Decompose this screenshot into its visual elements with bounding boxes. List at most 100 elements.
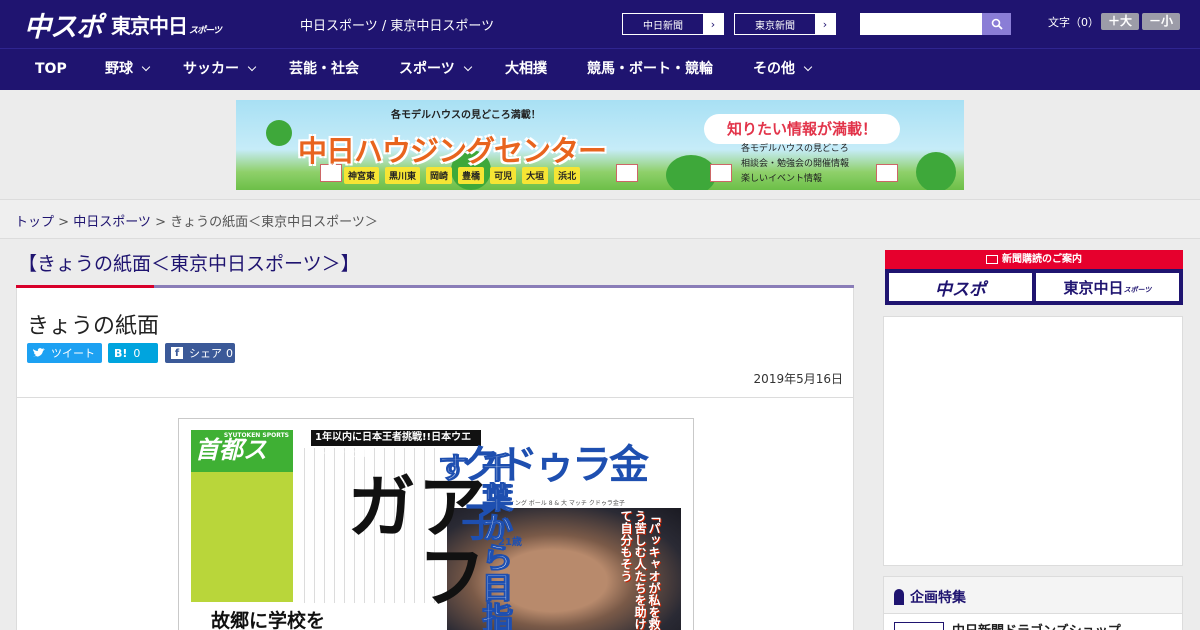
- feature-item[interactable]: 中日新聞ドラゴンズショップ: [884, 613, 1182, 630]
- subscription-heading: 新聞購読のご案内: [885, 250, 1183, 269]
- nav-item-soccer[interactable]: サッカー: [183, 49, 257, 91]
- house-decoration: [710, 164, 732, 182]
- nav-item-racing[interactable]: 競馬・ボート・競輪: [587, 49, 713, 91]
- facebook-icon: f: [171, 347, 183, 359]
- city-tag: 黒川東: [385, 167, 421, 184]
- newspaper-quote: 「パッキャオが私を救う苦しむ人たちを助けて自分もそう: [619, 510, 661, 630]
- subscribe-chusupo[interactable]: 中スポ: [889, 273, 1032, 301]
- city-tag: 可児: [490, 167, 517, 184]
- city-tag: 豊橋: [458, 167, 485, 184]
- nav-item-top[interactable]: TOP: [35, 49, 67, 91]
- city-tag: 浜北: [554, 167, 581, 184]
- chusupo-logo[interactable]: 中スポ: [24, 6, 103, 43]
- article-title: きょうの紙面: [27, 314, 160, 339]
- facebook-count: 0: [226, 346, 233, 360]
- font-smaller-button[interactable]: －小: [1142, 13, 1180, 30]
- search-box: [860, 13, 1011, 35]
- banner-cities: 神宮東 黒川東 岡崎 豊橋 可児 大垣 浜北: [344, 167, 581, 184]
- chevron-right-icon: ›: [815, 14, 835, 34]
- banner-title: 中日ハウジングセンター: [298, 134, 607, 168]
- hatena-bookmark-button[interactable]: B! 0: [108, 343, 158, 363]
- feature-heading: 企画特集: [894, 587, 966, 607]
- tokyo-chunichi-logo[interactable]: 東京中日 スポーツ: [111, 10, 222, 38]
- hatena-count: 0: [133, 346, 141, 360]
- newspaper-frame[interactable]: 首都スポ SYUTOKEN SPORTS 1年以内に日本王者挑戦!!日本ウエルタ…: [178, 418, 694, 630]
- nav-label: サッカー: [183, 61, 239, 77]
- newspaper-icon: [986, 254, 998, 264]
- city-tag: 大垣: [522, 167, 549, 184]
- chevron-down-icon: [247, 62, 257, 72]
- breadcrumb-separator: >: [150, 215, 171, 230]
- nav-label: スポーツ: [399, 61, 455, 77]
- nav-item-sumo[interactable]: 大相撲: [505, 49, 547, 91]
- search-input[interactable]: [860, 13, 982, 35]
- subscribe-tokyo-small: スポーツ: [1123, 286, 1152, 294]
- nav-label: TOP: [35, 61, 67, 77]
- twitter-icon: [33, 348, 45, 357]
- newspaper-subcaption: バンディング ボール 8 & 大 マッチ クドゥラ金子: [491, 500, 625, 507]
- nav-label: その他: [753, 61, 795, 77]
- subscription-box[interactable]: 新聞購読のご案内 中スポ 東京中日 スポーツ: [885, 250, 1183, 305]
- tweet-button[interactable]: ツイート: [27, 343, 102, 363]
- breadcrumb-current: きょうの紙面＜東京中日スポーツ＞: [170, 215, 378, 230]
- sidebar-ad-slot: [883, 316, 1183, 566]
- ribbon-icon: [894, 589, 904, 605]
- newspaper-side-column: [191, 472, 293, 602]
- breadcrumb: トップ > 中日スポーツ > きょうの紙面＜東京中日スポーツ＞: [15, 211, 378, 230]
- nav-label: 芸能・社会: [289, 61, 359, 77]
- banner-bullet: 相談会・勉強会の開催情報: [741, 159, 850, 169]
- chunichi-shimbun-label: 中日新聞: [643, 20, 683, 32]
- nav-item-sports[interactable]: スポーツ: [399, 49, 472, 91]
- tokyo-shimbun-label: 東京新聞: [755, 20, 795, 32]
- feature-item-label: 中日新聞ドラゴンズショップ: [952, 620, 1121, 630]
- site-links[interactable]: 中日スポーツ / 東京中日スポーツ: [300, 15, 494, 34]
- facebook-share-button[interactable]: f シェア 0: [165, 343, 235, 363]
- city-tag: 神宮東: [344, 167, 380, 184]
- hatena-icon: B!: [114, 346, 128, 360]
- tokyo-logo-text: 東京中日: [111, 13, 188, 38]
- breadcrumb-section-link[interactable]: 中日スポーツ: [73, 215, 151, 230]
- banner-bullets: 各モデルハウスの見どころ 相談会・勉強会の開催情報 楽しいイベント情報: [741, 142, 849, 187]
- banner-bullet: 楽しいイベント情報: [741, 174, 823, 184]
- chevron-down-icon: [803, 62, 813, 72]
- article-date: 2019年5月16日: [753, 372, 843, 386]
- housing-center-banner[interactable]: 各モデルハウスの見どころ満載！ 中日ハウジングセンター 神宮東 黒川東 岡崎 豊…: [236, 100, 964, 190]
- breadcrumb-home-link[interactable]: トップ: [15, 215, 54, 230]
- section-title: 【きょうの紙面＜東京中日スポーツ＞】: [18, 253, 360, 275]
- house-decoration: [616, 164, 638, 182]
- banner-cloud-text: 知りたい情報が満載！: [704, 114, 900, 144]
- search-button[interactable]: [982, 13, 1011, 35]
- subscribe-tokyo-chunichi[interactable]: 東京中日 スポーツ: [1036, 273, 1179, 301]
- tweet-label: ツイート: [51, 347, 95, 360]
- tokyo-shimbun-button[interactable]: 東京新聞 ›: [734, 13, 836, 35]
- nav-item-other[interactable]: その他: [753, 49, 813, 91]
- subscribe-tokyo-text: 東京中日: [1063, 278, 1124, 297]
- subscription-heading-text: 新聞購読のご案内: [1002, 254, 1082, 265]
- font-larger-button[interactable]: ＋大: [1101, 13, 1139, 30]
- font-size-label: 文字（0）: [1048, 16, 1099, 29]
- nav-label: 大相撲: [505, 61, 547, 77]
- card-divider: [17, 397, 853, 398]
- newspaper-logo: 首都スポ SYUTOKEN SPORTS: [191, 430, 293, 500]
- article-card: きょうの紙面 ツイート B! 0 f シェア 0 2019年5月16日 首都スポ…: [16, 288, 854, 630]
- nav-item-entertainment[interactable]: 芸能・社会: [289, 49, 359, 91]
- banner-top-text: 各モデルハウスの見どころ満載！: [391, 110, 541, 121]
- newspaper-logo-small: SYUTOKEN SPORTS: [223, 432, 289, 439]
- breadcrumb-separator: >: [54, 215, 74, 230]
- search-icon: [991, 18, 1003, 30]
- tree-decoration: [916, 152, 956, 190]
- nav-label: 野球: [105, 61, 133, 77]
- feature-heading-text: 企画特集: [910, 590, 966, 606]
- city-tag: 岡崎: [426, 167, 453, 184]
- tree-decoration: [666, 155, 716, 190]
- facebook-share-label: シェア: [189, 347, 222, 360]
- newspaper-vertical-headline: 千葉から目指す: [432, 452, 512, 630]
- site-header: 中スポ 東京中日 スポーツ 中日スポーツ / 東京中日スポーツ 中日新聞 › 東京…: [0, 0, 1200, 48]
- nav-item-baseball[interactable]: 野球: [105, 49, 151, 91]
- breadcrumb-bar: トップ > 中日スポーツ > きょうの紙面＜東京中日スポーツ＞: [0, 199, 1200, 239]
- chunichi-shimbun-button[interactable]: 中日新聞 ›: [622, 13, 724, 35]
- nav-label: 競馬・ボート・競輪: [587, 61, 713, 77]
- newspaper-front-page: 首都スポ SYUTOKEN SPORTS 1年以内に日本王者挑戦!!日本ウエルタ…: [191, 430, 681, 630]
- chevron-down-icon: [141, 62, 151, 72]
- chevron-right-icon: ›: [703, 14, 723, 34]
